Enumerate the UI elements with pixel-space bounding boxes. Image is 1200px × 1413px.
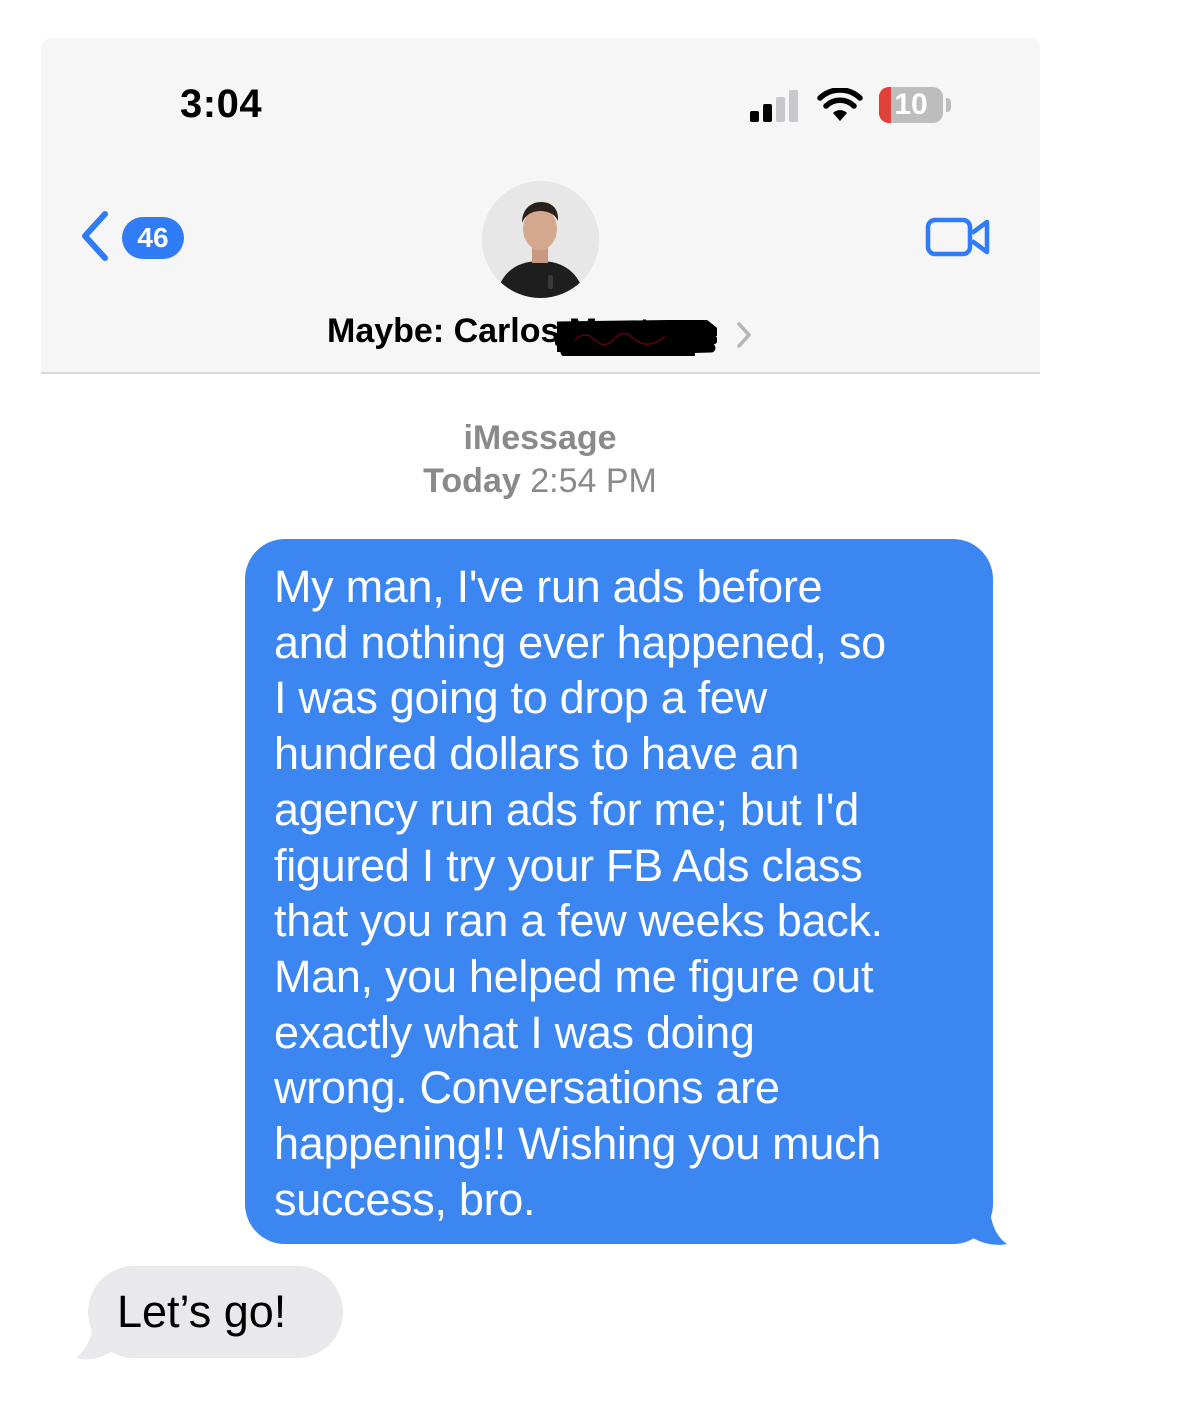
incoming-message-bubble[interactable]: Let’s go! [88,1266,343,1358]
timestamp-day: Today [423,462,521,500]
timestamp-time: 2:54 PM [530,462,657,500]
unread-count-badge: 46 [122,217,184,259]
chevron-right-icon [737,322,751,348]
battery-level: 10 [894,88,928,121]
back-button[interactable]: 46 [77,208,187,264]
avatar-photo [482,181,599,298]
cellular-signal-icon [750,90,798,122]
outgoing-message-bubble[interactable]: My man, I've run ads before and nothing … [245,539,993,1244]
contact-avatar[interactable] [482,181,599,298]
service-label: iMessage [463,419,617,457]
status-time: 3:04 [180,82,263,126]
contact-name-button[interactable]: Maybe: Carlos Montoya [327,310,767,360]
conversation-header: 3:04 10 46 Maybe: Carlos Montoya [41,38,1040,374]
wifi-icon [817,88,863,121]
battery-nub [946,98,951,112]
messages-screen: 3:04 10 46 Maybe: Carlos Montoya iMessag… [0,0,1200,1413]
battery-indicator: 10 [879,87,953,123]
video-camera-icon[interactable] [925,214,991,260]
redaction-scribble [555,320,717,356]
chevron-left-icon [82,211,108,261]
message-timestamp: Today 2:54 PM [0,462,1080,501]
battery-body: 10 [879,87,943,123]
